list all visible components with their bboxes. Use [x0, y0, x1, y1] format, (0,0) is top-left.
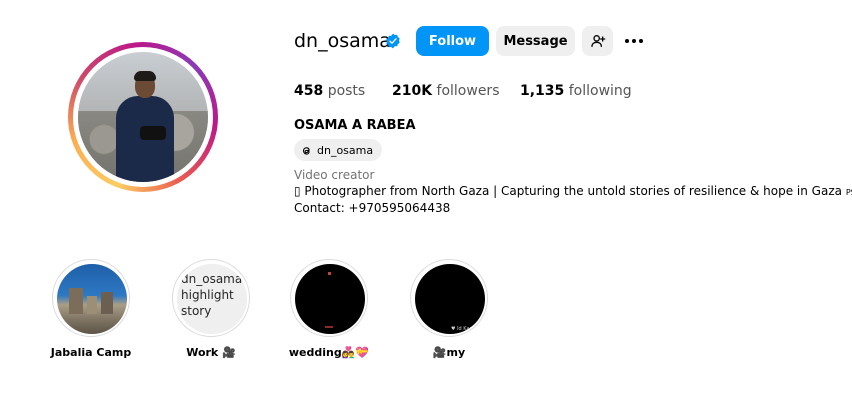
- followers-count: 210K: [392, 83, 433, 99]
- highlight-detail: [328, 272, 331, 275]
- highlight-cover: [57, 264, 127, 334]
- following-stat[interactable]: 1,135 following: [520, 82, 632, 100]
- highlight-ring: ♥ Id Karim: [410, 259, 488, 337]
- bio-flag: PS: [845, 188, 852, 197]
- more-options-icon[interactable]: [624, 33, 644, 49]
- highlight-building: [69, 288, 83, 314]
- threads-icon: [302, 146, 310, 155]
- profile-contact: Contact: +970595064438: [294, 201, 451, 215]
- profile-full-name: OSAMA A RABEA: [294, 118, 416, 133]
- highlight-ring: [290, 259, 368, 337]
- highlight-label: wedding👩‍❤️‍👨💝: [288, 346, 370, 359]
- threads-link[interactable]: dn_osama: [294, 139, 383, 161]
- bio-text: ▯ Photographer from North Gaza | Capturi…: [294, 184, 842, 198]
- highlight-cover: [295, 264, 365, 334]
- profile-bio: ▯ Photographer from North Gaza | Capturi…: [294, 184, 852, 200]
- followers-label: followers: [436, 83, 500, 99]
- highlight-cover: dn_osama's highlight story: [177, 264, 247, 334]
- highlight-label: Jabalia Camp: [50, 346, 132, 359]
- verified-badge-icon: [386, 33, 400, 49]
- highlight-building: [101, 292, 113, 314]
- highlight-ring: dn_osama's highlight story: [172, 259, 250, 337]
- following-count: 1,135: [520, 83, 565, 99]
- following-label: following: [568, 83, 632, 99]
- threads-handle: dn_osama: [317, 143, 374, 157]
- suggested-accounts-button[interactable]: [582, 26, 613, 56]
- highlight-alt-text: dn_osama's highlight story: [181, 272, 247, 318]
- posts-count: 458: [294, 83, 324, 99]
- posts-label: posts: [327, 83, 366, 99]
- highlight-cover: ♥ Id Karim: [415, 264, 485, 334]
- avatar-person-hair: [134, 71, 156, 81]
- avatar-camera: [140, 126, 166, 140]
- profile-category: Video creator: [294, 168, 375, 182]
- add-person-icon: [590, 35, 605, 47]
- highlight-wedding[interactable]: wedding👩‍❤️‍👨💝: [289, 259, 369, 369]
- highlight-building: [87, 296, 97, 314]
- profile-username: dn_osama: [294, 30, 391, 52]
- highlight-label: 🎥my: [432, 346, 466, 359]
- avatar-photo: [78, 52, 208, 182]
- follow-button[interactable]: Follow: [416, 26, 489, 56]
- posts-stat: 458 posts: [294, 82, 365, 100]
- message-button[interactable]: Message: [496, 26, 575, 56]
- highlight-cover-caption: ♥ Id Karim: [451, 326, 478, 332]
- avatar-border: [73, 47, 213, 187]
- highlight-jabalia-camp[interactable]: Jabalia Camp: [51, 259, 131, 369]
- highlight-work[interactable]: dn_osama's highlight story Work 🎥: [172, 259, 250, 369]
- highlight-detail: [325, 326, 333, 328]
- profile-avatar[interactable]: [68, 42, 218, 192]
- followers-stat[interactable]: 210K followers: [392, 82, 499, 100]
- highlight-label: Work 🎥: [186, 346, 236, 359]
- highlight-my[interactable]: ♥ Id Karim 🎥my: [410, 259, 488, 369]
- highlight-ring: [52, 259, 130, 337]
